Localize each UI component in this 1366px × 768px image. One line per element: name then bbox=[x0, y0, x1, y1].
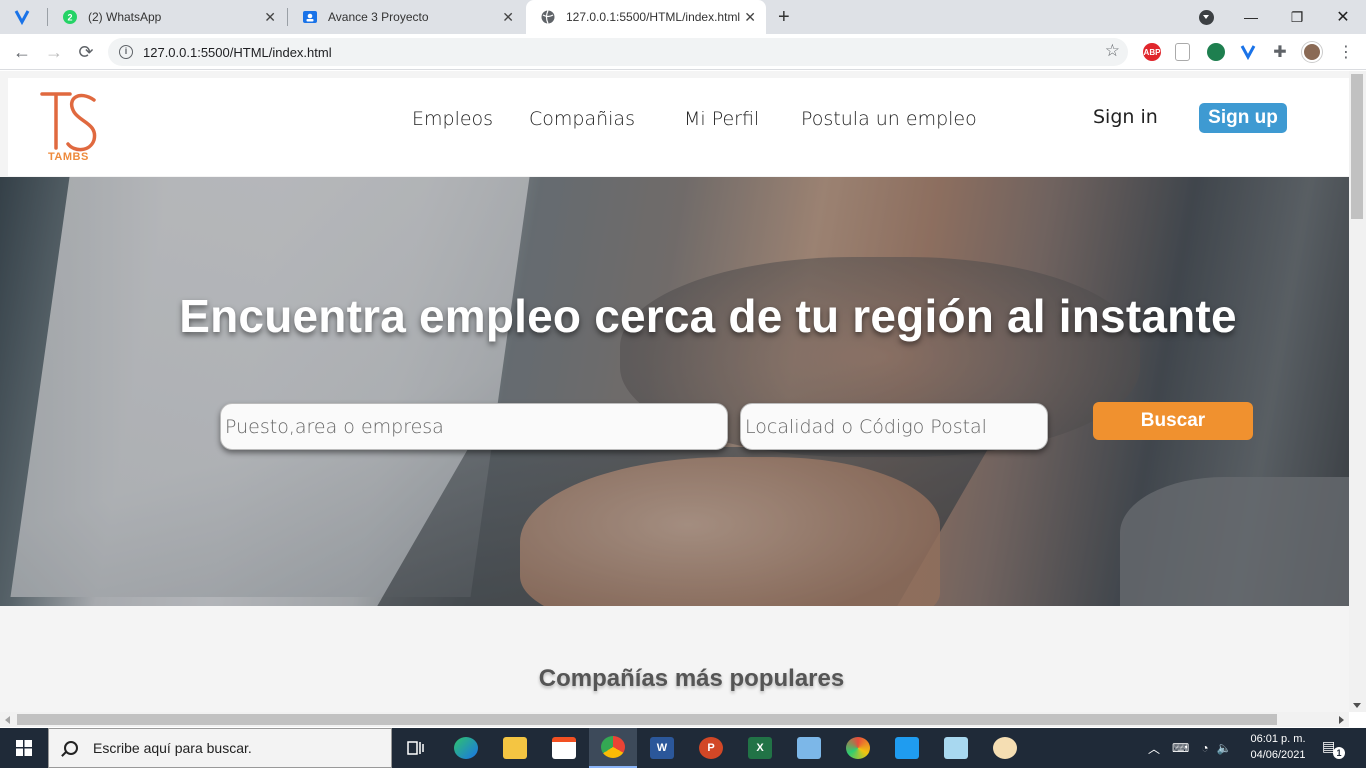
logo-text: TAMBS bbox=[48, 151, 89, 163]
job-search-placeholder: Puesto,area o empresa bbox=[225, 415, 444, 438]
window-controls: — ❐ ✕ bbox=[1228, 0, 1366, 34]
scroll-right-icon[interactable] bbox=[1339, 716, 1344, 724]
shield-icon[interactable] bbox=[1175, 43, 1190, 61]
system-tray: ︿ ⌨ ◔ 🔈 bbox=[1148, 728, 1232, 768]
word-icon[interactable]: W bbox=[638, 728, 686, 768]
chrome-icon[interactable] bbox=[589, 728, 637, 768]
nav-companias[interactable]: Compañias bbox=[529, 108, 635, 130]
file-explorer-icon[interactable] bbox=[491, 728, 539, 768]
browser-toolbar: ← → ⟳ i 127.0.0.1:5500/HTML/index.html ☆… bbox=[0, 34, 1366, 70]
system-clock[interactable]: 06:01 p. m. 04/06/2021 bbox=[1244, 731, 1312, 763]
vivaldi-like-y-icon bbox=[14, 9, 30, 25]
sign-in-link[interactable]: Sign in bbox=[1093, 106, 1158, 128]
close-icon[interactable]: ✕ bbox=[264, 9, 276, 26]
wifi-icon[interactable]: ◔ bbox=[1201, 741, 1208, 755]
tab-label: Avance 3 Proyecto bbox=[328, 10, 429, 24]
svg-text:2: 2 bbox=[67, 13, 72, 23]
scroll-left-icon[interactable] bbox=[5, 716, 10, 724]
tab-pinned[interactable] bbox=[0, 0, 46, 34]
taskbar-search-placeholder: Escribe aquí para buscar. bbox=[93, 740, 252, 756]
site-info-icon[interactable]: i bbox=[119, 45, 133, 59]
hero-overlay bbox=[0, 177, 1349, 606]
tab-label: (2) WhatsApp bbox=[88, 10, 162, 24]
volume-icon[interactable]: 🔈 bbox=[1217, 741, 1232, 755]
paint-icon[interactable] bbox=[981, 728, 1029, 768]
job-search-input[interactable]: Puesto,area o empresa bbox=[220, 403, 728, 450]
adblock-icon[interactable]: ABP bbox=[1143, 43, 1161, 61]
location-input[interactable]: Localidad o Código Postal bbox=[740, 403, 1048, 450]
horizontal-scrollbar[interactable] bbox=[0, 712, 1349, 727]
sign-up-button[interactable]: Sign up bbox=[1199, 103, 1287, 133]
close-icon[interactable]: ✕ bbox=[744, 9, 756, 26]
popular-companies-title: Compañías más populares bbox=[538, 665, 845, 692]
bookmark-star-icon[interactable]: ☆ bbox=[1105, 41, 1120, 61]
new-tab-icon[interactable]: + bbox=[778, 6, 790, 29]
search-icon bbox=[64, 741, 78, 755]
vscode-icon[interactable] bbox=[883, 728, 931, 768]
browser-menu-icon[interactable]: ⋮ bbox=[1338, 42, 1354, 62]
tab-index-html[interactable]: 127.0.0.1:5500/HTML/index.html ✕ bbox=[526, 0, 766, 34]
scrollbar-thumb[interactable] bbox=[17, 714, 1277, 725]
nav-empleos[interactable]: Empleos bbox=[412, 108, 493, 130]
search-button[interactable]: Buscar bbox=[1093, 402, 1253, 440]
app-swirl-icon[interactable] bbox=[834, 728, 882, 768]
tab-label: 127.0.0.1:5500/HTML/index.html bbox=[566, 10, 741, 24]
globe-icon bbox=[540, 9, 556, 25]
whatsapp-icon: 2 bbox=[62, 9, 78, 25]
powerpoint-icon[interactable]: P bbox=[687, 728, 735, 768]
scrollbar-thumb[interactable] bbox=[1351, 74, 1363, 219]
store-icon[interactable] bbox=[540, 728, 588, 768]
profile-avatar[interactable] bbox=[1302, 42, 1322, 62]
3d-viewer-icon[interactable] bbox=[785, 728, 833, 768]
nav-mi-perfil[interactable]: Mi Perfil bbox=[684, 108, 759, 130]
tab-search-icon[interactable] bbox=[1199, 10, 1214, 25]
notepad-icon[interactable] bbox=[932, 728, 980, 768]
minimize-icon[interactable]: — bbox=[1228, 0, 1274, 34]
notification-badge: 1 bbox=[1333, 747, 1345, 759]
clock-date: 04/06/2021 bbox=[1250, 749, 1306, 761]
url-text: 127.0.0.1:5500/HTML/index.html bbox=[143, 44, 332, 60]
maximize-icon[interactable]: ❐ bbox=[1274, 0, 1320, 34]
google-classroom-icon bbox=[302, 9, 318, 25]
windows-start-icon[interactable] bbox=[0, 728, 48, 768]
nav-postula-empleo[interactable]: Postula un empleo bbox=[801, 108, 977, 130]
puzzle-icon[interactable]: ✚ bbox=[1271, 43, 1289, 61]
excel-icon[interactable]: X bbox=[736, 728, 784, 768]
address-bar[interactable]: i 127.0.0.1:5500/HTML/index.html ☆ bbox=[108, 38, 1128, 66]
edge-icon[interactable] bbox=[442, 728, 490, 768]
keyboard-icon[interactable]: ⌨ bbox=[1172, 741, 1189, 755]
hero-banner: Encuentra empleo cerca de tu región al i… bbox=[0, 177, 1349, 606]
vertical-scrollbar[interactable] bbox=[1349, 71, 1366, 712]
clock-time: 06:01 p. m. bbox=[1250, 733, 1306, 745]
site-header: TAMBS Empleos Compañias Mi Perfil Postul… bbox=[8, 78, 1349, 176]
task-view-icon[interactable] bbox=[392, 728, 440, 768]
extension-blue-y-icon[interactable] bbox=[1239, 43, 1257, 61]
extension-green-icon[interactable] bbox=[1207, 43, 1225, 61]
tab-whatsapp[interactable]: 2 (2) WhatsApp ✕ bbox=[48, 0, 286, 34]
tab-avance-proyecto[interactable]: Avance 3 Proyecto ✕ bbox=[288, 0, 524, 34]
taskbar-search-box[interactable]: Escribe aquí para buscar. bbox=[48, 728, 392, 768]
back-icon[interactable]: ← bbox=[10, 40, 34, 64]
scroll-down-icon[interactable] bbox=[1353, 703, 1361, 708]
page-viewport: TAMBS Empleos Compañias Mi Perfil Postul… bbox=[0, 71, 1349, 712]
notification-center-icon[interactable]: ▤ 1 bbox=[1322, 738, 1345, 759]
chevron-up-icon[interactable]: ︿ bbox=[1148, 740, 1160, 757]
location-placeholder: Localidad o Código Postal bbox=[745, 415, 987, 438]
browser-tab-bar: 2 (2) WhatsApp ✕ Avance 3 Proyecto ✕ 127… bbox=[0, 0, 1366, 34]
reload-icon[interactable]: ⟳ bbox=[74, 40, 98, 64]
close-window-icon[interactable]: ✕ bbox=[1320, 0, 1366, 34]
forward-icon[interactable]: → bbox=[42, 40, 66, 64]
hero-title: Encuentra empleo cerca de tu región al i… bbox=[179, 290, 1237, 342]
windows-taskbar: Escribe aquí para buscar. W P X ︿ ⌨ ◔ 🔈 … bbox=[0, 728, 1366, 768]
close-icon[interactable]: ✕ bbox=[502, 9, 514, 26]
